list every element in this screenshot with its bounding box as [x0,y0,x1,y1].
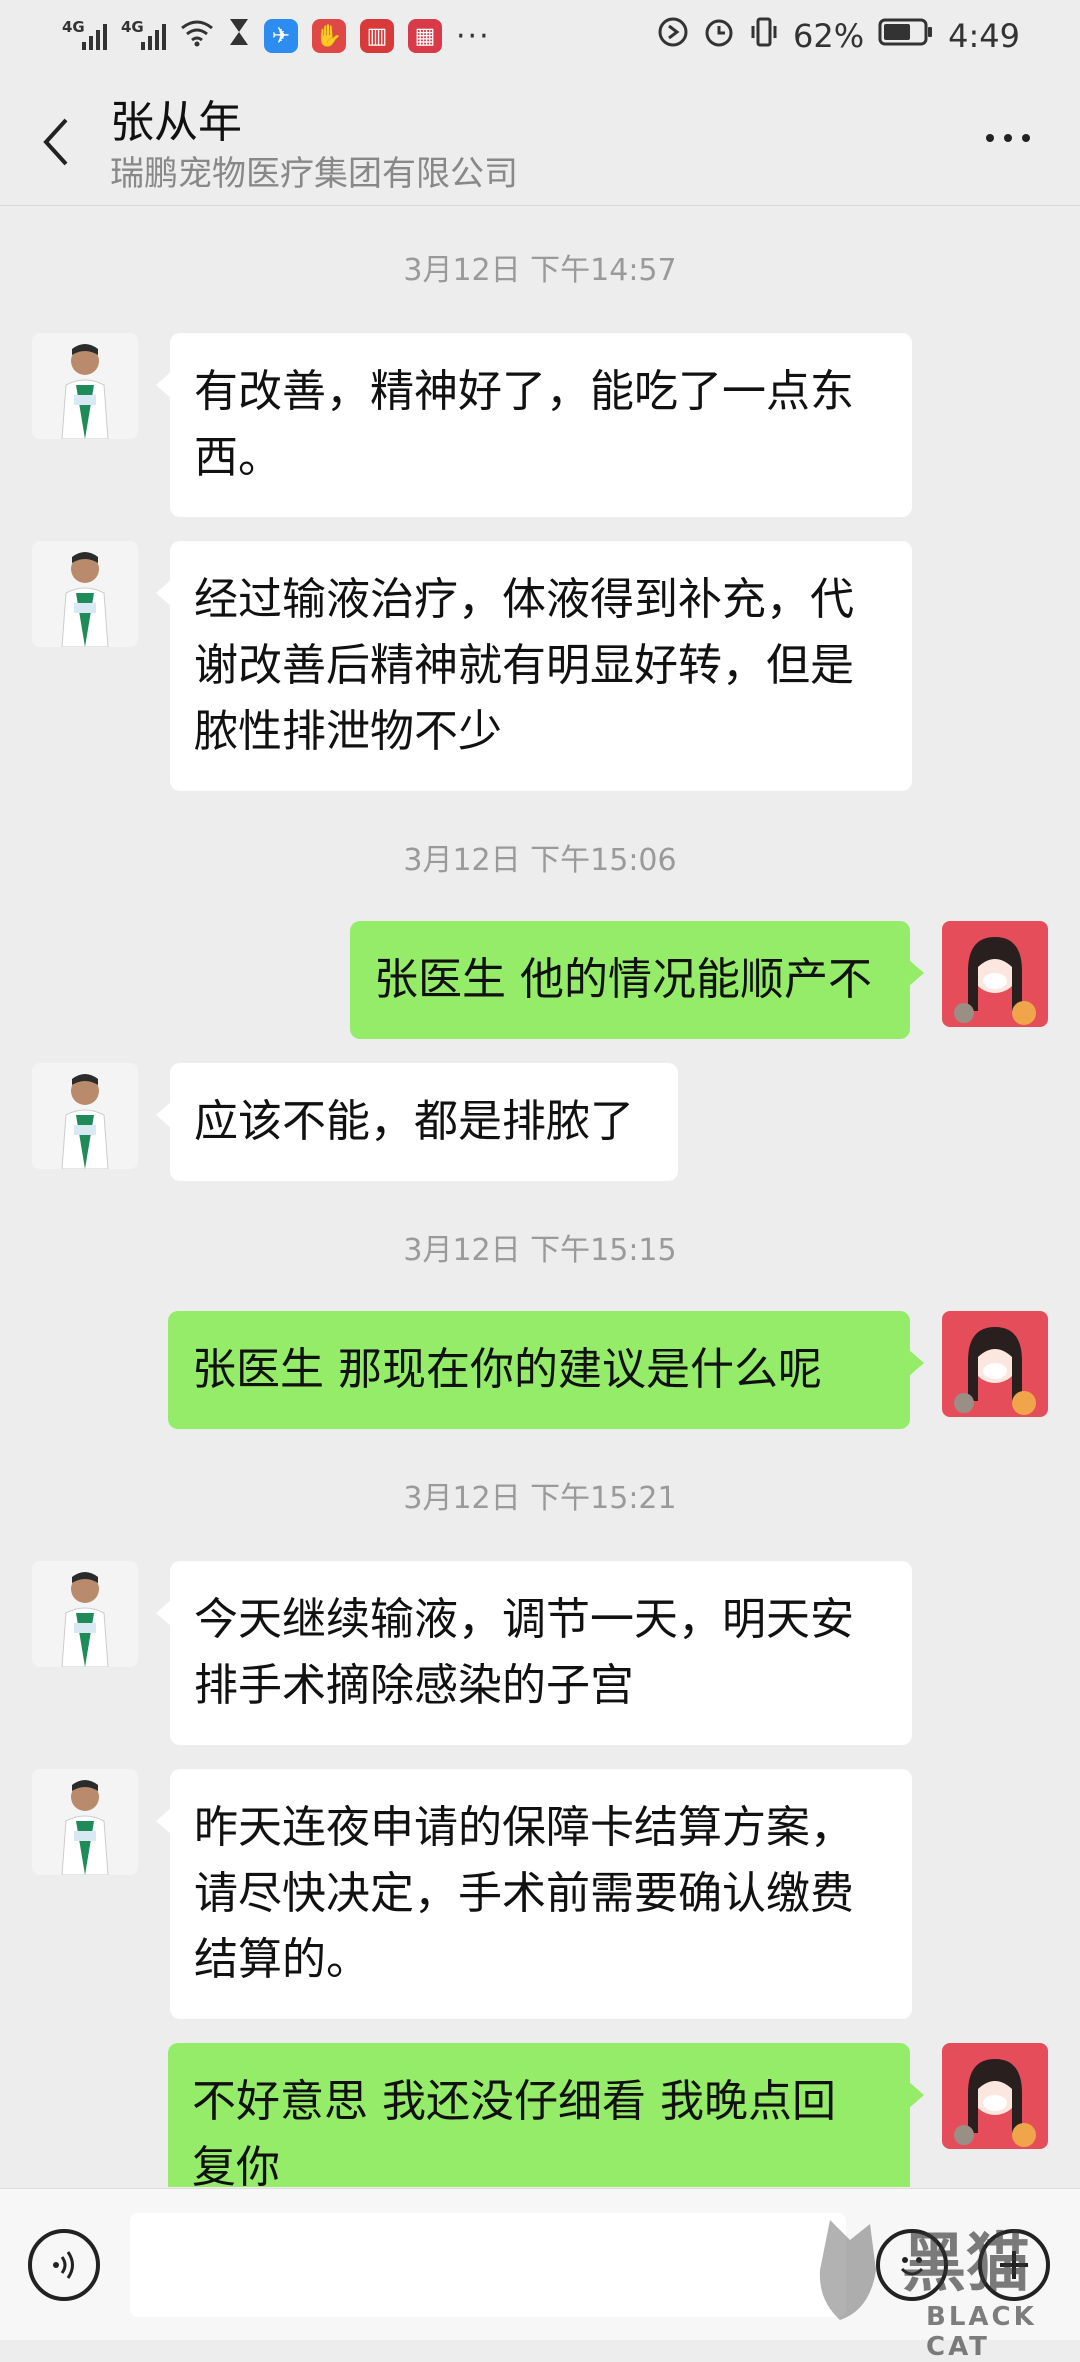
message-bubble[interactable]: 张医生 那现在你的建议是什么呢 [168,1311,924,1429]
more-notifications-icon: ··· [456,18,491,54]
timestamp: 3月12日 下午15:06 [403,843,677,878]
doctor-avatar[interactable] [32,541,138,647]
cell-signal-icon: 4G [62,18,107,50]
message-text: 不好意思 我还没仔细看 我晚点回 [192,2076,836,2127]
message-text: 有改善，精神好了，能吃了一点东 [194,366,854,417]
vibrate-icon [749,16,779,56]
hourglass-icon [228,17,250,55]
message-text: 昨天连夜申请的保障卡结算方案， [194,1802,854,1853]
alarm-icon [703,16,735,56]
watermark-english: BLACK CAT [926,2302,1037,2362]
back-button[interactable] [36,114,76,170]
timestamp: 3月12日 下午15:21 [403,1481,677,1516]
contact-company: 瑞鹏宠物医疗集团有限公司 [110,154,518,194]
contact-name: 张从年 [110,97,242,148]
wifi-icon [180,17,214,55]
message-text: 结算的。 [194,1934,370,1985]
more-options-button[interactable] [986,134,1030,142]
book-app-icon: ▥ [360,19,394,53]
data-saver-icon [657,16,689,56]
message-bubble[interactable]: 应该不能，都是排脓了 [156,1063,678,1181]
dot-icon [1022,134,1030,142]
app-notification-icon: ✈ [264,19,298,53]
battery-percent: 62% [793,17,865,55]
message-bubble[interactable]: 有改善，精神好了，能吃了一点东 西。 [156,333,912,517]
message-text: 西。 [194,432,282,483]
message-text: 复你 [192,2142,280,2187]
message-list[interactable]: 3月12日 下午14:57 有改善，精神好了，能吃了一点东 西。 经过输液治疗，… [0,207,1080,2187]
my-avatar[interactable] [942,1311,1048,1417]
doctor-avatar[interactable] [32,1769,138,1875]
message-bubble[interactable]: 今天继续输液，调节一天，明天安 排手术摘除感染的子宫 [156,1561,912,1745]
dot-icon [986,134,994,142]
message-text: 请尽快决定，手术前需要确认缴费 [194,1868,854,1919]
message-text: 谢改善后精神就有明显好转，但是 [194,640,854,691]
message-bubble[interactable]: 昨天连夜申请的保障卡结算方案， 请尽快决定，手术前需要确认缴费 结算的。 [156,1769,912,2019]
my-avatar[interactable] [942,921,1048,1027]
message-text: 应该不能，都是排脓了 [194,1096,634,1147]
timestamp: 3月12日 下午14:57 [403,253,677,288]
cell-signal-icon-2: 4G [121,18,166,50]
message-input[interactable] [130,2213,846,2317]
clock: 4:49 [948,17,1020,55]
doctor-avatar[interactable] [32,333,138,439]
blackcat-watermark: 黑猫 BLACK CAT [810,2210,1080,2362]
voice-toggle-button[interactable] [28,2229,100,2301]
doctor-avatar[interactable] [32,1561,138,1667]
chevron-left-icon [43,118,68,166]
status-bar: 4G 4G ✈ ✋ ▥ ▦ ··· 62% 4:49 [0,0,1080,72]
message-text: 张医生 那现在你的建议是什么呢 [192,1344,822,1395]
message-bubble[interactable]: 不好意思 我还没仔细看 我晚点回 复你 [168,2043,924,2187]
timestamp: 3月12日 下午15:15 [403,1233,677,1268]
hand-app-icon: ✋ [312,19,346,53]
battery-icon [878,17,934,55]
message-text: 今天继续输液，调节一天，明天安 [194,1594,854,1645]
message-bubble[interactable]: 经过输液治疗，体液得到补充，代 谢改善后精神就有明显好转，但是 脓性排泄物不少 [156,541,912,791]
voice-icon [53,2251,74,2279]
watermark-text: 黑猫 [902,2227,1030,2301]
doctor-avatar[interactable] [32,1063,138,1169]
message-text: 排手术摘除感染的子宫 [194,1660,634,1711]
calendar-app-icon: ▦ [408,19,442,53]
message-text: 张医生 他的情况能顺产不 [374,954,872,1005]
message-text: 脓性排泄物不少 [194,706,502,757]
message-bubble[interactable]: 张医生 他的情况能顺产不 [350,921,924,1039]
dot-icon [1004,134,1012,142]
message-text: 经过输液治疗，体液得到补充，代 [194,574,854,625]
my-avatar[interactable] [942,2043,1048,2149]
chat-header: 张从年 瑞鹏宠物医疗集团有限公司 [0,72,1080,206]
